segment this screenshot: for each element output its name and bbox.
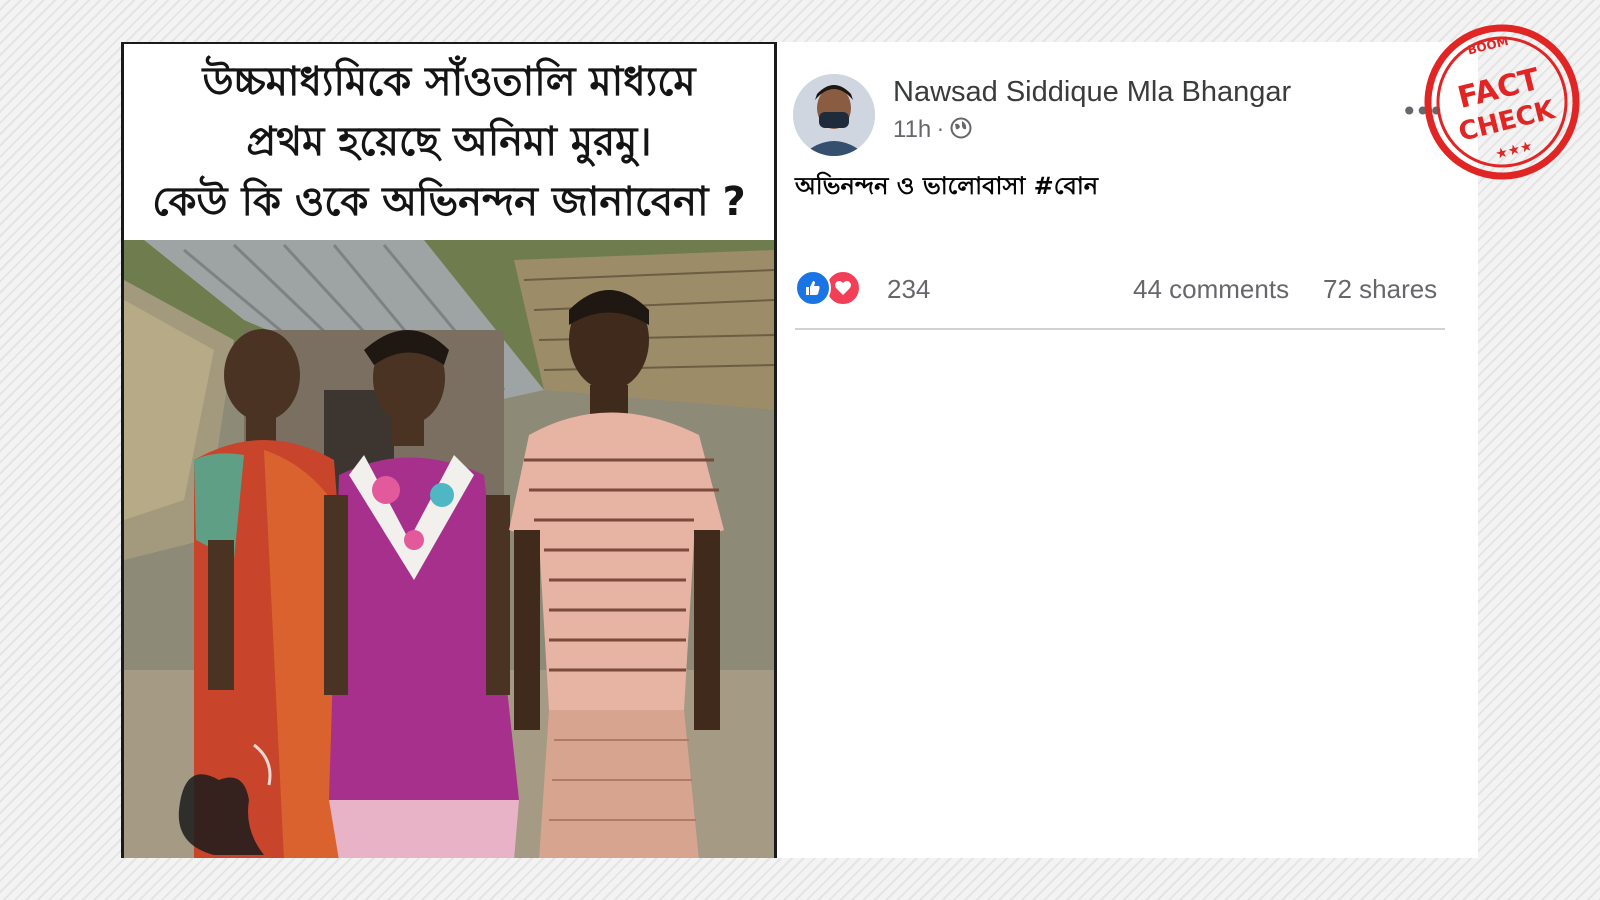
- post-body: অভিনন্দন ও ভালোবাসা: [795, 172, 1034, 200]
- post-timestamp[interactable]: 11h: [893, 116, 931, 144]
- comments-link[interactable]: 44 comments: [1133, 274, 1289, 305]
- globe-icon: [950, 117, 972, 143]
- shares-link[interactable]: 72 shares: [1323, 274, 1437, 305]
- divider: [795, 328, 1445, 330]
- screenshot-canvas: উচ্চমাধ্যমিকে সাঁওতালি মাধ্যমে প্রথম হয়…: [0, 0, 1600, 900]
- caption-line-1: উচ্চমাধ্যমিকে সাঁওতালি মাধ্যমে: [202, 59, 696, 105]
- author-name[interactable]: Nawsad Siddique Mla Bhangar: [893, 76, 1291, 109]
- fact-check-stamp: BOOM FACT CHECK ★★★: [1418, 18, 1586, 186]
- caption-line-3: কেউ কি ওকে অভিনন্দন জানাবেনা ?: [152, 179, 746, 225]
- caption-line-2: প্রথম হয়েছে অনিমা মুরমু।: [246, 119, 652, 165]
- meta-separator: ·: [937, 118, 944, 142]
- image-caption: উচ্চমাধ্যমিকে সাঁওতালি মাধ্যমে প্রথম হয়…: [124, 44, 774, 240]
- family-photo: [124, 240, 774, 858]
- author-avatar[interactable]: [793, 74, 875, 156]
- facebook-post: Nawsad Siddique Mla Bhangar 11h · ••• অভ…: [777, 42, 1478, 858]
- reaction-count[interactable]: 234: [887, 274, 930, 305]
- post-hashtag[interactable]: #বোন: [1034, 172, 1099, 200]
- like-icon: [795, 270, 831, 306]
- post-image[interactable]: উচ্চমাধ্যমিকে সাঁওতালি মাধ্যমে প্রথম হয়…: [121, 42, 777, 858]
- post-meta: 11h ·: [893, 116, 972, 144]
- reaction-icons[interactable]: [795, 270, 861, 306]
- reactions-bar: 234 44 comments 72 shares: [795, 270, 1445, 312]
- post-text: অভিনন্দন ও ভালোবাসা #বোন: [795, 168, 1098, 208]
